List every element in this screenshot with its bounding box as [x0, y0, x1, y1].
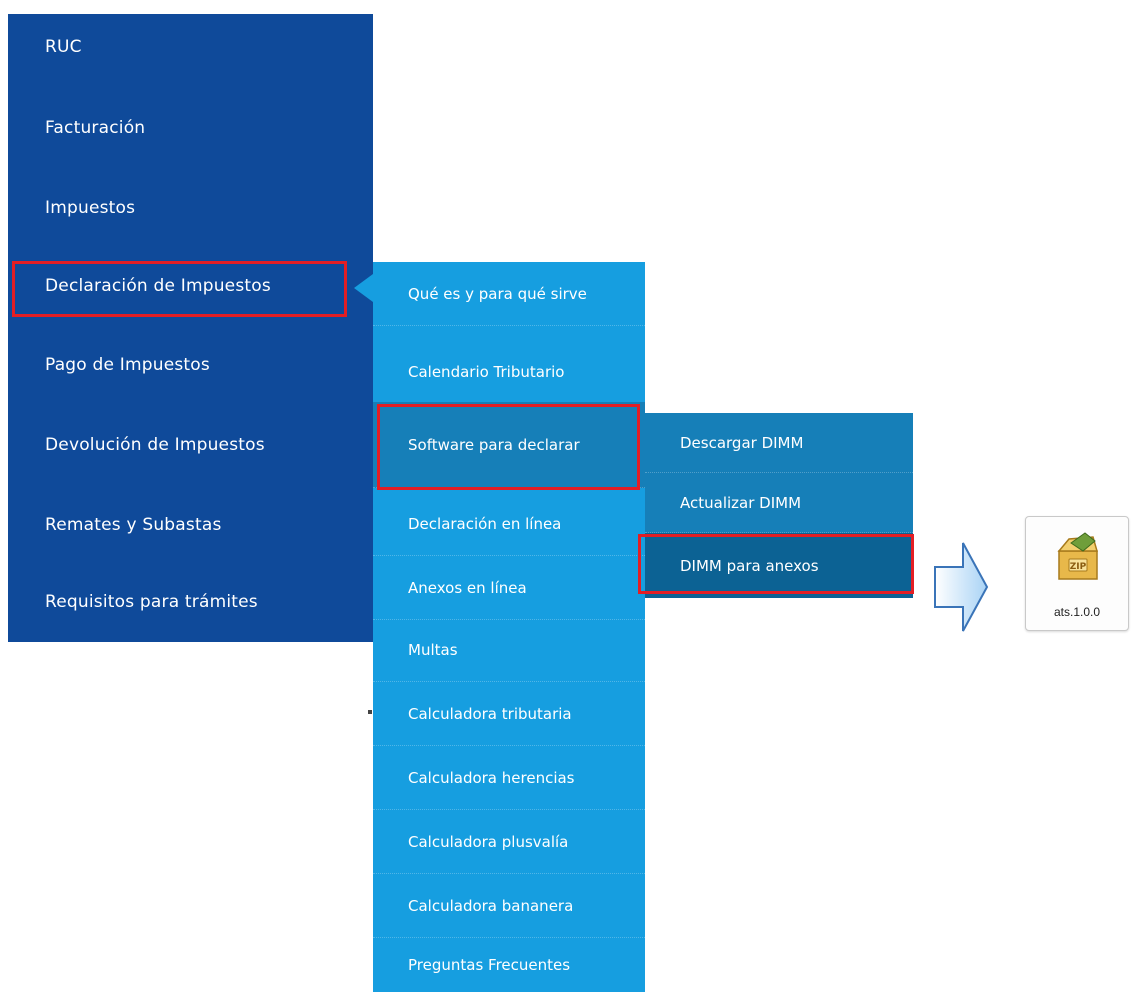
submenu2-item-label: DIMM para anexos	[680, 556, 819, 575]
submenu-item-calculadora-plusvalia[interactable]: Calculadora plusvalía	[373, 810, 645, 874]
main-menu-item-impuestos[interactable]: Impuestos	[8, 188, 373, 228]
zip-archive-icon: ZIP	[1057, 532, 1098, 580]
submenu-item-preguntas-frecuentes[interactable]: Preguntas Frecuentes	[373, 938, 645, 992]
submenu-item-label: Qué es y para qué sirve	[408, 284, 587, 303]
submenu-item-label: Calculadora herencias	[408, 768, 575, 787]
submenu2-item-label: Actualizar DIMM	[680, 493, 802, 512]
submenu-pointer-arrow	[354, 274, 373, 302]
submenu-item-calendario-tributario[interactable]: Calendario Tributario	[373, 340, 645, 404]
cursor-dot	[368, 710, 372, 714]
submenu2-item-actualizar-dimm[interactable]: Actualizar DIMM	[645, 473, 913, 533]
main-menu-item-declaracion-de-impuestos[interactable]: Declaración de Impuestos	[12, 261, 347, 317]
submenu-item-label: Declaración en línea	[408, 514, 562, 533]
submenu-item-label: Software para declarar	[408, 435, 580, 454]
main-menu-item-pago-de-impuestos[interactable]: Pago de Impuestos	[8, 345, 373, 385]
svg-text:ZIP: ZIP	[1070, 562, 1087, 572]
submenu2-item-dimm-para-anexos[interactable]: DIMM para anexos	[645, 533, 913, 598]
main-menu-item-remates-y-subastas[interactable]: Remates y Subastas	[8, 505, 373, 545]
zip-file-label: ats.1.0.0	[1053, 605, 1101, 619]
submenu-item-declaracion-en-linea[interactable]: Declaración en línea	[373, 492, 645, 556]
submenu-declaracion: Qué es y para qué sirve Calendario Tribu…	[373, 262, 645, 992]
main-menu-item-devolucion-de-impuestos[interactable]: Devolución de Impuestos	[8, 425, 373, 465]
submenu-item-software-para-declarar[interactable]: Software para declarar	[373, 402, 645, 488]
submenu-item-label: Calculadora bananera	[408, 896, 574, 915]
submenu-software-para-declarar: Descargar DIMM Actualizar DIMM DIMM para…	[645, 413, 913, 598]
submenu2-item-descargar-dimm[interactable]: Descargar DIMM	[645, 413, 913, 473]
submenu-item-multas[interactable]: Multas	[373, 618, 645, 682]
submenu-item-label: Anexos en línea	[408, 578, 527, 597]
right-arrow-icon	[934, 542, 989, 632]
submenu-item-calculadora-tributaria[interactable]: Calculadora tributaria	[373, 682, 645, 746]
submenu-item-anexos-en-linea[interactable]: Anexos en línea	[373, 556, 645, 620]
main-menu-item-facturacion[interactable]: Facturación	[8, 108, 373, 148]
submenu-item-que-es[interactable]: Qué es y para qué sirve	[373, 262, 645, 326]
submenu-item-label: Calculadora tributaria	[408, 704, 572, 723]
zip-file-tile[interactable]: ZIP ats.1.0.0	[1025, 516, 1129, 631]
submenu-item-calculadora-herencias[interactable]: Calculadora herencias	[373, 746, 645, 810]
submenu-item-label: Preguntas Frecuentes	[408, 956, 571, 974]
submenu-item-label: Multas	[408, 640, 458, 659]
main-menu-item-requisitos-para-tramites[interactable]: Requisitos para trámites	[8, 582, 373, 622]
submenu2-item-label: Descargar DIMM	[680, 433, 804, 452]
main-menu-item-ruc[interactable]: RUC	[8, 27, 373, 67]
submenu-item-calculadora-bananera[interactable]: Calculadora bananera	[373, 874, 645, 938]
main-menu: RUC Facturación Impuestos Declaración de…	[8, 14, 373, 642]
submenu-item-label: Calendario Tributario	[408, 362, 565, 381]
submenu-item-label: Calculadora plusvalía	[408, 832, 569, 851]
